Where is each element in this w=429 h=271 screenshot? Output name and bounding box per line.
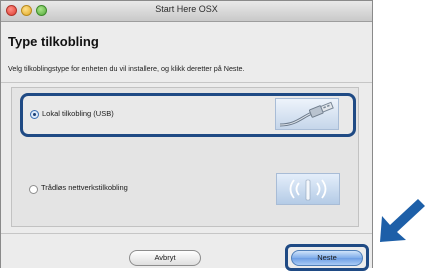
usb-radio-button[interactable]: [30, 110, 39, 119]
wireless-option-label[interactable]: Trådløs nettverkstilkobling: [41, 183, 128, 192]
cancel-button[interactable]: Avbryt: [129, 250, 201, 266]
option-usb[interactable]: Lokal tilkobling (USB): [20, 93, 356, 137]
window-title: Start Here OSX: [155, 4, 218, 14]
option-wireless[interactable]: Trådløs nettverkstilkobling: [20, 169, 356, 213]
wireless-signal-icon: [276, 173, 340, 205]
divider: [1, 82, 372, 83]
installer-window: Start Here OSX Type tilkobling Velg tilk…: [0, 0, 373, 271]
usb-option-label[interactable]: Lokal tilkobling (USB): [42, 109, 114, 118]
next-button[interactable]: Neste: [291, 250, 363, 266]
title-bar[interactable]: Start Here OSX: [1, 1, 372, 22]
usb-cable-icon: [275, 98, 339, 130]
instruction-text: Velg tilkoblingstype for enheten du vil …: [8, 64, 245, 73]
divider: [1, 233, 372, 234]
page-title: Type tilkobling: [8, 34, 99, 49]
arrow-pointer-icon: [380, 199, 425, 242]
wireless-radio-button[interactable]: [29, 185, 38, 194]
